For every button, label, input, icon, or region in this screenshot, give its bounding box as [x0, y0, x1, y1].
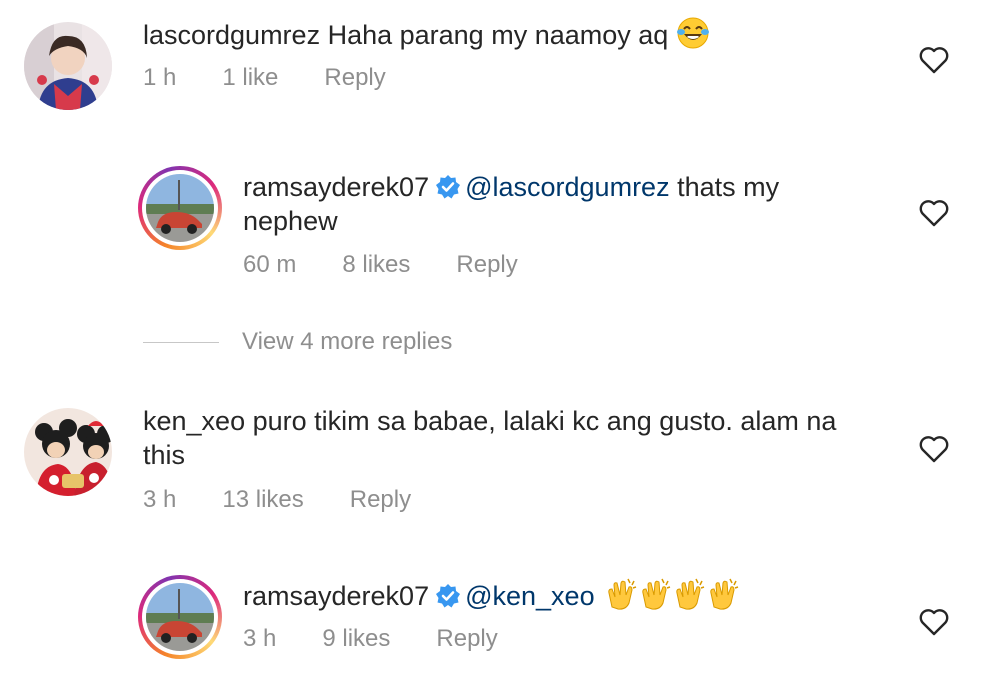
comment-likes[interactable]: 9 likes	[322, 625, 390, 652]
comment-likes[interactable]: 13 likes	[222, 486, 303, 513]
divider-line	[143, 342, 219, 343]
comment-body: Haha parang my naamoy aq	[320, 20, 669, 50]
avatar-ramsayderek07[interactable]	[138, 575, 222, 659]
clapping-hands-icon-group	[606, 577, 742, 619]
username-link[interactable]: ramsayderek07	[243, 581, 429, 611]
reply-button[interactable]: Reply	[324, 64, 385, 91]
comment-text: ramsayderek07 @ken_xeo	[243, 577, 742, 619]
comment-time: 60 m	[243, 251, 297, 278]
view-more-replies-label[interactable]: View 4 more replies	[242, 328, 452, 356]
comment-meta: 3 h 9 likes Reply	[243, 625, 544, 653]
mention-link[interactable]: @lascordgumrez	[465, 172, 669, 202]
comment-text: lascordgumrez Haha parang my naamoy aq	[143, 16, 710, 58]
comment-likes[interactable]: 8 likes	[342, 251, 410, 278]
comment-time: 3 h	[243, 625, 277, 652]
reply-button[interactable]: Reply	[436, 625, 497, 652]
heart-outline-icon[interactable]	[918, 198, 950, 228]
comment-body: puro tikim sa babae, lalaki kc ang gusto…	[245, 406, 837, 436]
comment-meta: 3 h 13 likes Reply	[143, 486, 457, 514]
face-with-tears-of-joy-icon	[676, 16, 710, 58]
heart-outline-icon[interactable]	[918, 434, 950, 464]
comment-meta: 60 m 8 likes Reply	[243, 251, 564, 279]
reply-button[interactable]: Reply	[350, 486, 411, 513]
verified-badge-icon	[435, 583, 461, 609]
comment-body-line2: nephew	[243, 206, 338, 236]
reply-button[interactable]: Reply	[456, 251, 517, 278]
comment-meta: 1 h 1 like Reply	[143, 64, 432, 92]
comment-time: 3 h	[143, 486, 177, 513]
username-link[interactable]: ramsayderek07	[243, 172, 429, 202]
avatar-lascordgumrez[interactable]	[24, 22, 112, 110]
avatar-ken_xeo[interactable]	[24, 408, 112, 496]
mention-link[interactable]: @ken_xeo	[465, 581, 595, 611]
comment-text: ramsayderek07 @lascordgumrez thats my neph…	[243, 170, 883, 238]
comment-body-line2: this	[143, 440, 186, 470]
heart-outline-icon[interactable]	[918, 607, 950, 637]
comment-text: ken_xeo puro tikim sa babae, lalaki kc a…	[143, 404, 883, 472]
verified-badge-icon	[435, 174, 461, 200]
username-link[interactable]: lascordgumrez	[143, 20, 320, 50]
avatar-ramsayderek07[interactable]	[138, 166, 222, 250]
heart-outline-icon[interactable]	[918, 45, 950, 75]
username-link[interactable]: ken_xeo	[143, 406, 245, 436]
comment-likes[interactable]: 1 like	[222, 64, 278, 91]
comment-body: thats my	[669, 172, 780, 202]
comment-time: 1 h	[143, 64, 177, 91]
clapping-hands-icon	[608, 578, 637, 610]
